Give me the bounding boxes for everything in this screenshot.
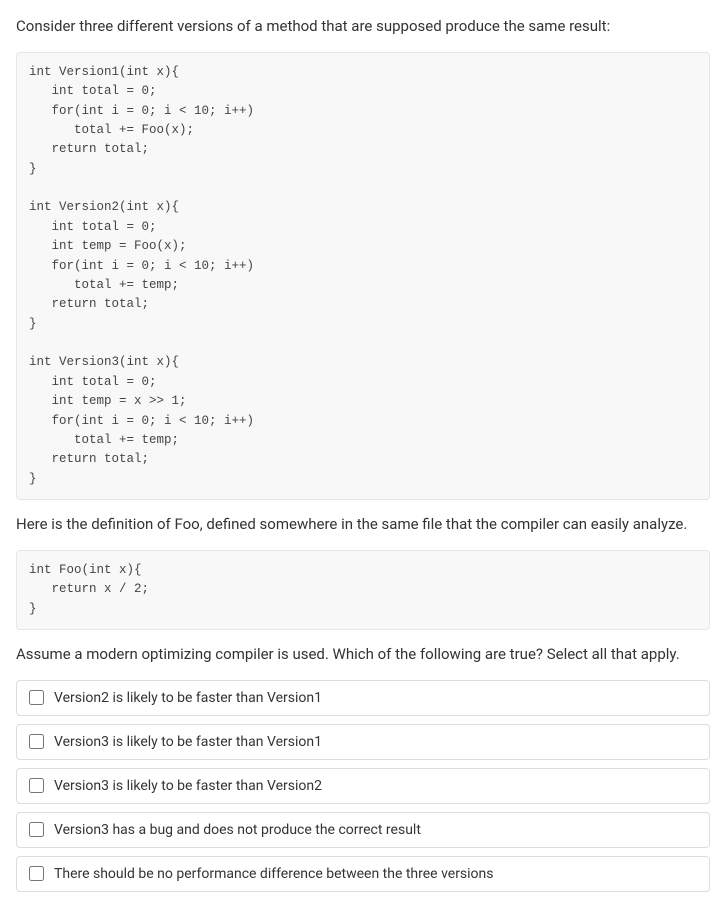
options-list: Version2 is likely to be faster than Ver… <box>16 680 710 892</box>
option-row[interactable]: There should be no performance differenc… <box>16 856 710 892</box>
option-checkbox[interactable] <box>29 778 44 793</box>
option-label: Version2 is likely to be faster than Ver… <box>54 690 322 706</box>
code-block-versions: int Version1(int x){ int total = 0; for(… <box>16 52 710 500</box>
option-row[interactable]: Version2 is likely to be faster than Ver… <box>16 680 710 716</box>
option-checkbox[interactable] <box>29 866 44 881</box>
option-row[interactable]: Version3 is likely to be faster than Ver… <box>16 724 710 760</box>
option-row[interactable]: Version3 has a bug and does not produce … <box>16 812 710 848</box>
option-checkbox[interactable] <box>29 822 44 837</box>
code-block-foo: int Foo(int x){ return x / 2; } <box>16 550 710 630</box>
option-label: Version3 is likely to be faster than Ver… <box>54 778 322 794</box>
option-label: Version3 has a bug and does not produce … <box>54 822 421 838</box>
option-label: Version3 is likely to be faster than Ver… <box>54 734 322 750</box>
option-checkbox[interactable] <box>29 734 44 749</box>
option-row[interactable]: Version3 is likely to be faster than Ver… <box>16 768 710 804</box>
foo-intro-text: Here is the definition of Foo, defined s… <box>16 514 710 536</box>
intro-text: Consider three different versions of a m… <box>16 16 710 38</box>
option-label: There should be no performance differenc… <box>54 866 494 882</box>
option-checkbox[interactable] <box>29 690 44 705</box>
question-prompt: Assume a modern optimizing compiler is u… <box>16 644 710 666</box>
